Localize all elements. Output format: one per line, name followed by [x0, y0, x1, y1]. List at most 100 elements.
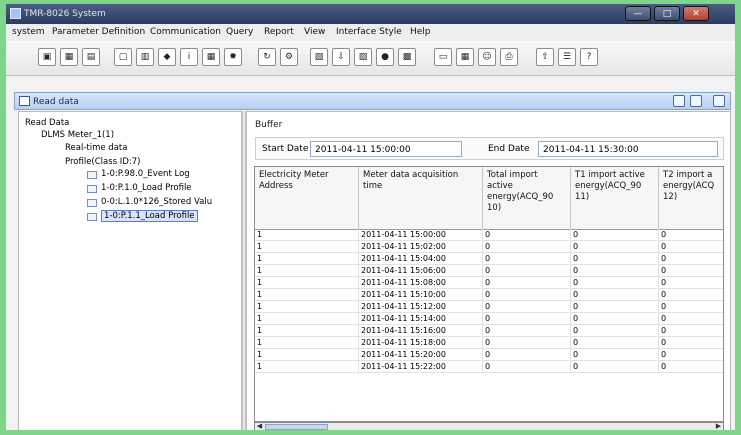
start-date-input[interactable]: 2011-04-11 15:00:00: [310, 141, 462, 157]
grid-icon[interactable]: ▤: [82, 48, 100, 66]
table-cell: 2011-04-11 15:04:00: [359, 253, 483, 265]
header-meter-address[interactable]: Electricity Meter Address: [255, 167, 359, 229]
help-icon[interactable]: ?: [580, 48, 598, 66]
pin-icon[interactable]: [690, 95, 702, 107]
scroll-thumb[interactable]: [265, 424, 328, 430]
table-row[interactable]: 1 2011-04-11 15:04:00 0 0 0: [255, 253, 723, 265]
header-t2-import[interactable]: T2 import a energy(ACQ 12): [659, 167, 723, 229]
tree-item-read-data[interactable]: Read Data: [25, 118, 69, 128]
export-icon[interactable]: ⇩: [332, 48, 350, 66]
info-icon[interactable]: i: [180, 48, 198, 66]
print-icon[interactable]: ⎙: [500, 48, 518, 66]
table-row[interactable]: 1 2011-04-11 15:12:00 0 0 0: [255, 301, 723, 313]
database-icon[interactable]: ▧: [310, 48, 328, 66]
table-cell: 0: [483, 349, 571, 361]
table-cell: 2011-04-11 15:14:00: [359, 313, 483, 325]
table-row[interactable]: 1 2011-04-11 15:14:00 0 0 0: [255, 313, 723, 325]
maximize-button[interactable]: □: [654, 6, 680, 21]
close-button[interactable]: ✕: [683, 6, 709, 21]
table-cell: 1: [255, 253, 359, 265]
table-cell: 0: [571, 325, 659, 337]
table-cell: 0: [483, 289, 571, 301]
table-cell: 0: [571, 277, 659, 289]
menu-view[interactable]: View: [304, 27, 325, 37]
refresh-icon[interactable]: ↻: [258, 48, 276, 66]
table-cell: 2011-04-11 15:08:00: [359, 277, 483, 289]
menu-communication[interactable]: Communication: [150, 27, 221, 37]
tree-item-load-profile-1[interactable]: 1-0:P.1.0_Load Profile: [101, 183, 192, 193]
user-icon[interactable]: ☺: [478, 48, 496, 66]
horizontal-scrollbar[interactable]: ◀ ▶: [254, 422, 724, 430]
load-profile-selected-icon: [87, 213, 97, 221]
start-date-label: Start Date: [262, 144, 309, 154]
restore-icon[interactable]: [673, 95, 685, 107]
end-date-input[interactable]: 2011-04-11 15:30:00: [538, 141, 718, 157]
table-row[interactable]: 1 2011-04-11 15:06:00 0 0 0: [255, 265, 723, 277]
table-cell: 2011-04-11 15:16:00: [359, 325, 483, 337]
list-icon[interactable]: ☰: [558, 48, 576, 66]
header-acquisition-time[interactable]: Meter data acquisition time: [359, 167, 483, 229]
plug-icon[interactable]: ◆: [158, 48, 176, 66]
table-icon[interactable]: ▦: [456, 48, 474, 66]
scroll-left-icon[interactable]: ◀: [255, 423, 264, 430]
table-cell: 2011-04-11 15:00:00: [359, 229, 483, 241]
table-cell: 0: [483, 361, 571, 373]
close-icon[interactable]: [713, 95, 725, 107]
table-cell: 1: [255, 337, 359, 349]
table-row[interactable]: 1 2011-04-11 15:22:00 0 0 0: [255, 361, 723, 373]
menu-report[interactable]: Report: [264, 27, 294, 37]
settings-icon[interactable]: ⚙: [280, 48, 298, 66]
table-cell: 1: [255, 313, 359, 325]
table-cell: 1: [255, 361, 359, 373]
menu-system[interactable]: system: [12, 27, 45, 37]
menu-parameter-definition[interactable]: Parameter Definition: [52, 27, 145, 37]
table-icon[interactable]: ▦: [60, 48, 78, 66]
table-row[interactable]: 1 2011-04-11 15:02:00 0 0 0: [255, 241, 723, 253]
folder-icon[interactable]: ▭: [434, 48, 452, 66]
tree-item-event-log[interactable]: 1-0:P.98.0_Event Log: [101, 169, 190, 179]
app-window: TMR-8026 System — □ ✕ system Parameter D…: [6, 4, 735, 430]
tree-item-load-profile-2[interactable]: 1-0:P.1.1_Load Profile: [101, 210, 198, 222]
book-icon[interactable]: ▩: [398, 48, 416, 66]
table-cell: 1: [255, 289, 359, 301]
table-cell: 0: [483, 277, 571, 289]
tree-item-dlms-meter[interactable]: DLMS Meter_1(1): [41, 130, 114, 140]
menu-help[interactable]: Help: [410, 27, 431, 37]
header-total-import[interactable]: Total import active energy(ACQ_90 10): [483, 167, 571, 229]
table-row[interactable]: 1 2011-04-11 15:08:00 0 0 0: [255, 277, 723, 289]
table-cell: 0: [571, 337, 659, 349]
table-cell: 0: [571, 361, 659, 373]
table-cell: 0: [483, 313, 571, 325]
stored-values-icon: [87, 199, 97, 207]
tree-item-profile[interactable]: Profile(Class ID:7): [65, 157, 140, 167]
table-row[interactable]: 1 2011-04-11 15:18:00 0 0 0: [255, 337, 723, 349]
table-cell: 0: [483, 325, 571, 337]
tree-item-stored-values[interactable]: 0-0:L.1.0*126_Stored Valu: [101, 197, 212, 207]
table-row[interactable]: 1 2011-04-11 15:20:00 0 0 0: [255, 349, 723, 361]
table-row[interactable]: 1 2011-04-11 15:00:00 0 0 0: [255, 229, 723, 241]
date-range: Start Date 2011-04-11 15:00:00 End Date …: [255, 137, 724, 160]
table-cell: 2011-04-11 15:02:00: [359, 241, 483, 253]
table-cell: 0: [659, 277, 723, 289]
chart-icon[interactable]: ▥: [136, 48, 154, 66]
panel-icon: [19, 96, 30, 106]
upload-icon[interactable]: ⇧: [536, 48, 554, 66]
table-cell: 0: [659, 241, 723, 253]
tree-item-real-time-data[interactable]: Real-time data: [65, 143, 127, 153]
image-icon[interactable]: ▨: [354, 48, 372, 66]
scroll-right-icon[interactable]: ▶: [714, 423, 723, 430]
header-t1-import[interactable]: T1 import active energy(ACQ_90 11): [571, 167, 659, 229]
meter-icon[interactable]: ▣: [38, 48, 56, 66]
minimize-button[interactable]: —: [625, 6, 651, 21]
calendar-icon[interactable]: ▦: [202, 48, 220, 66]
record-icon[interactable]: ●: [376, 48, 394, 66]
menu-query[interactable]: Query: [226, 27, 253, 37]
table-row[interactable]: 1 2011-04-11 15:16:00 0 0 0: [255, 325, 723, 337]
document-icon[interactable]: ▢: [114, 48, 132, 66]
table-cell: 0: [571, 229, 659, 241]
gear-icon[interactable]: ✹: [224, 48, 242, 66]
table-cell: 0: [483, 229, 571, 241]
table-row[interactable]: 1 2011-04-11 15:10:00 0 0 0: [255, 289, 723, 301]
menu-interface-style[interactable]: Interface Style: [336, 27, 402, 37]
table-cell: 0: [571, 265, 659, 277]
